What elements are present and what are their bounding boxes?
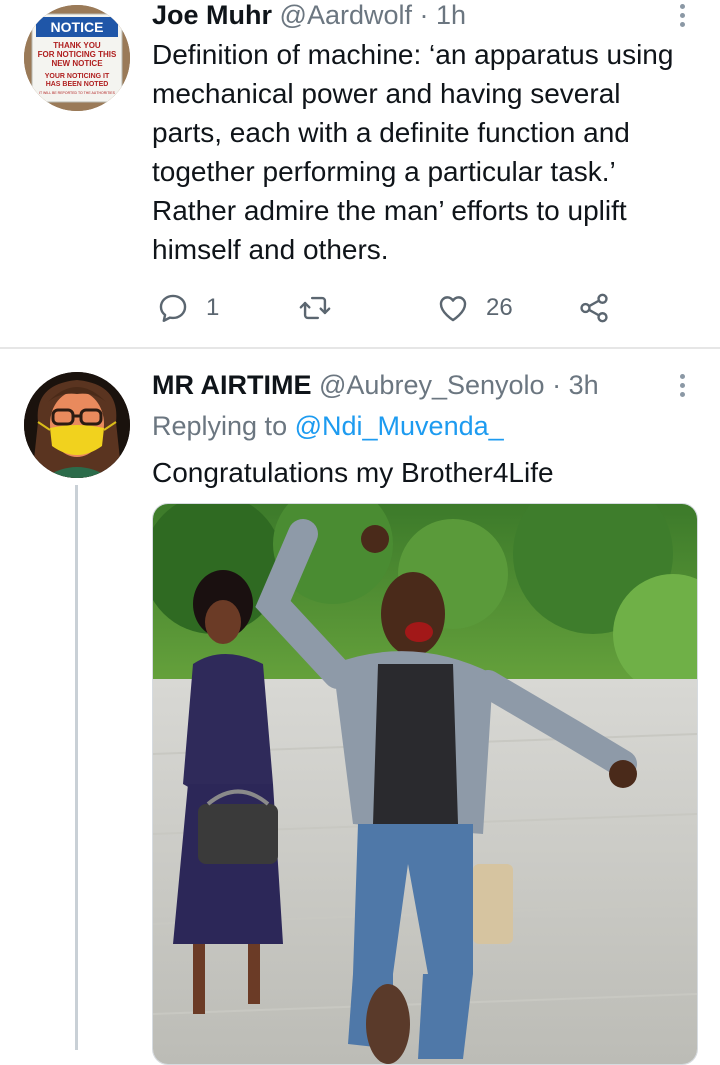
avatar-sign-line: THANK YOU xyxy=(53,41,101,50)
avatar-mr-airtime[interactable] xyxy=(24,372,130,478)
avatar-sign-line: HAS BEEN NOTED xyxy=(46,81,109,88)
avatar-joe-muhr[interactable]: NOTICE THANK YOU FOR NOTICING THIS NEW N… xyxy=(24,5,130,111)
reply-button[interactable]: 1 xyxy=(156,288,219,328)
tweet-joe-muhr[interactable]: NOTICE THANK YOU FOR NOTICING THIS NEW N… xyxy=(0,0,720,348)
tweet-actions: 1 26 xyxy=(152,288,622,328)
replying-to-line: Replying to @Ndi_Muvenda_ xyxy=(152,409,504,443)
heart-icon xyxy=(439,296,467,322)
separator-dot: · xyxy=(552,370,562,400)
timestamp[interactable]: 3h xyxy=(569,370,599,400)
like-count: 26 xyxy=(486,294,513,321)
user-handle[interactable]: @Aardwolf xyxy=(280,0,412,30)
retweet-button[interactable] xyxy=(298,288,332,328)
tweet-header: Joe Muhr @Aardwolf · 1h xyxy=(152,0,466,32)
tweet-text: Congratulations my Brother4Life xyxy=(152,457,554,488)
like-button[interactable]: 26 xyxy=(436,288,513,328)
replying-to-mention-link[interactable]: @Ndi_Muvenda_ xyxy=(295,411,504,441)
retweet-icon xyxy=(299,296,331,320)
share-button[interactable] xyxy=(577,288,611,328)
photo-celebrating-man-icon xyxy=(153,504,697,1064)
timestamp[interactable]: 1h xyxy=(436,0,466,30)
more-options-icon[interactable] xyxy=(680,4,686,31)
user-handle[interactable]: @Aubrey_Senyolo xyxy=(319,370,545,400)
display-name[interactable]: Joe Muhr xyxy=(152,0,272,30)
avatar-sign-line: YOUR NOTICING IT xyxy=(45,73,110,80)
tweet-photo[interactable] xyxy=(152,503,698,1065)
reply-count: 1 xyxy=(206,294,220,321)
separator-dot: · xyxy=(419,0,429,30)
avatar-sign-title: NOTICE xyxy=(51,19,104,35)
avatar-sign-line: NEW NOTICE xyxy=(51,59,103,68)
tweet-mr-airtime[interactable]: MR AIRTIME @Aubrey_Senyolo · 3h Replying… xyxy=(0,349,720,1065)
tweet-header: MR AIRTIME @Aubrey_Senyolo · 3h xyxy=(152,368,599,402)
more-options-icon[interactable] xyxy=(680,374,686,401)
avatar-sign-line: FOR NOTICING THIS xyxy=(38,50,117,59)
replying-to-label: Replying to xyxy=(152,411,288,441)
reply-icon xyxy=(159,294,187,322)
tweet-text: Definition of machine: ‘an apparatus usi… xyxy=(152,39,674,265)
masked-face-avatar-image xyxy=(24,372,130,478)
thread-connector-line xyxy=(75,485,78,1050)
avatar-sign-line: IT WILL BE REPORTED TO THE AUTHORITIES xyxy=(39,91,116,95)
notice-sign-avatar-image: NOTICE THANK YOU FOR NOTICING THIS NEW N… xyxy=(24,5,130,111)
share-icon xyxy=(580,293,608,323)
display-name[interactable]: MR AIRTIME xyxy=(152,370,311,400)
